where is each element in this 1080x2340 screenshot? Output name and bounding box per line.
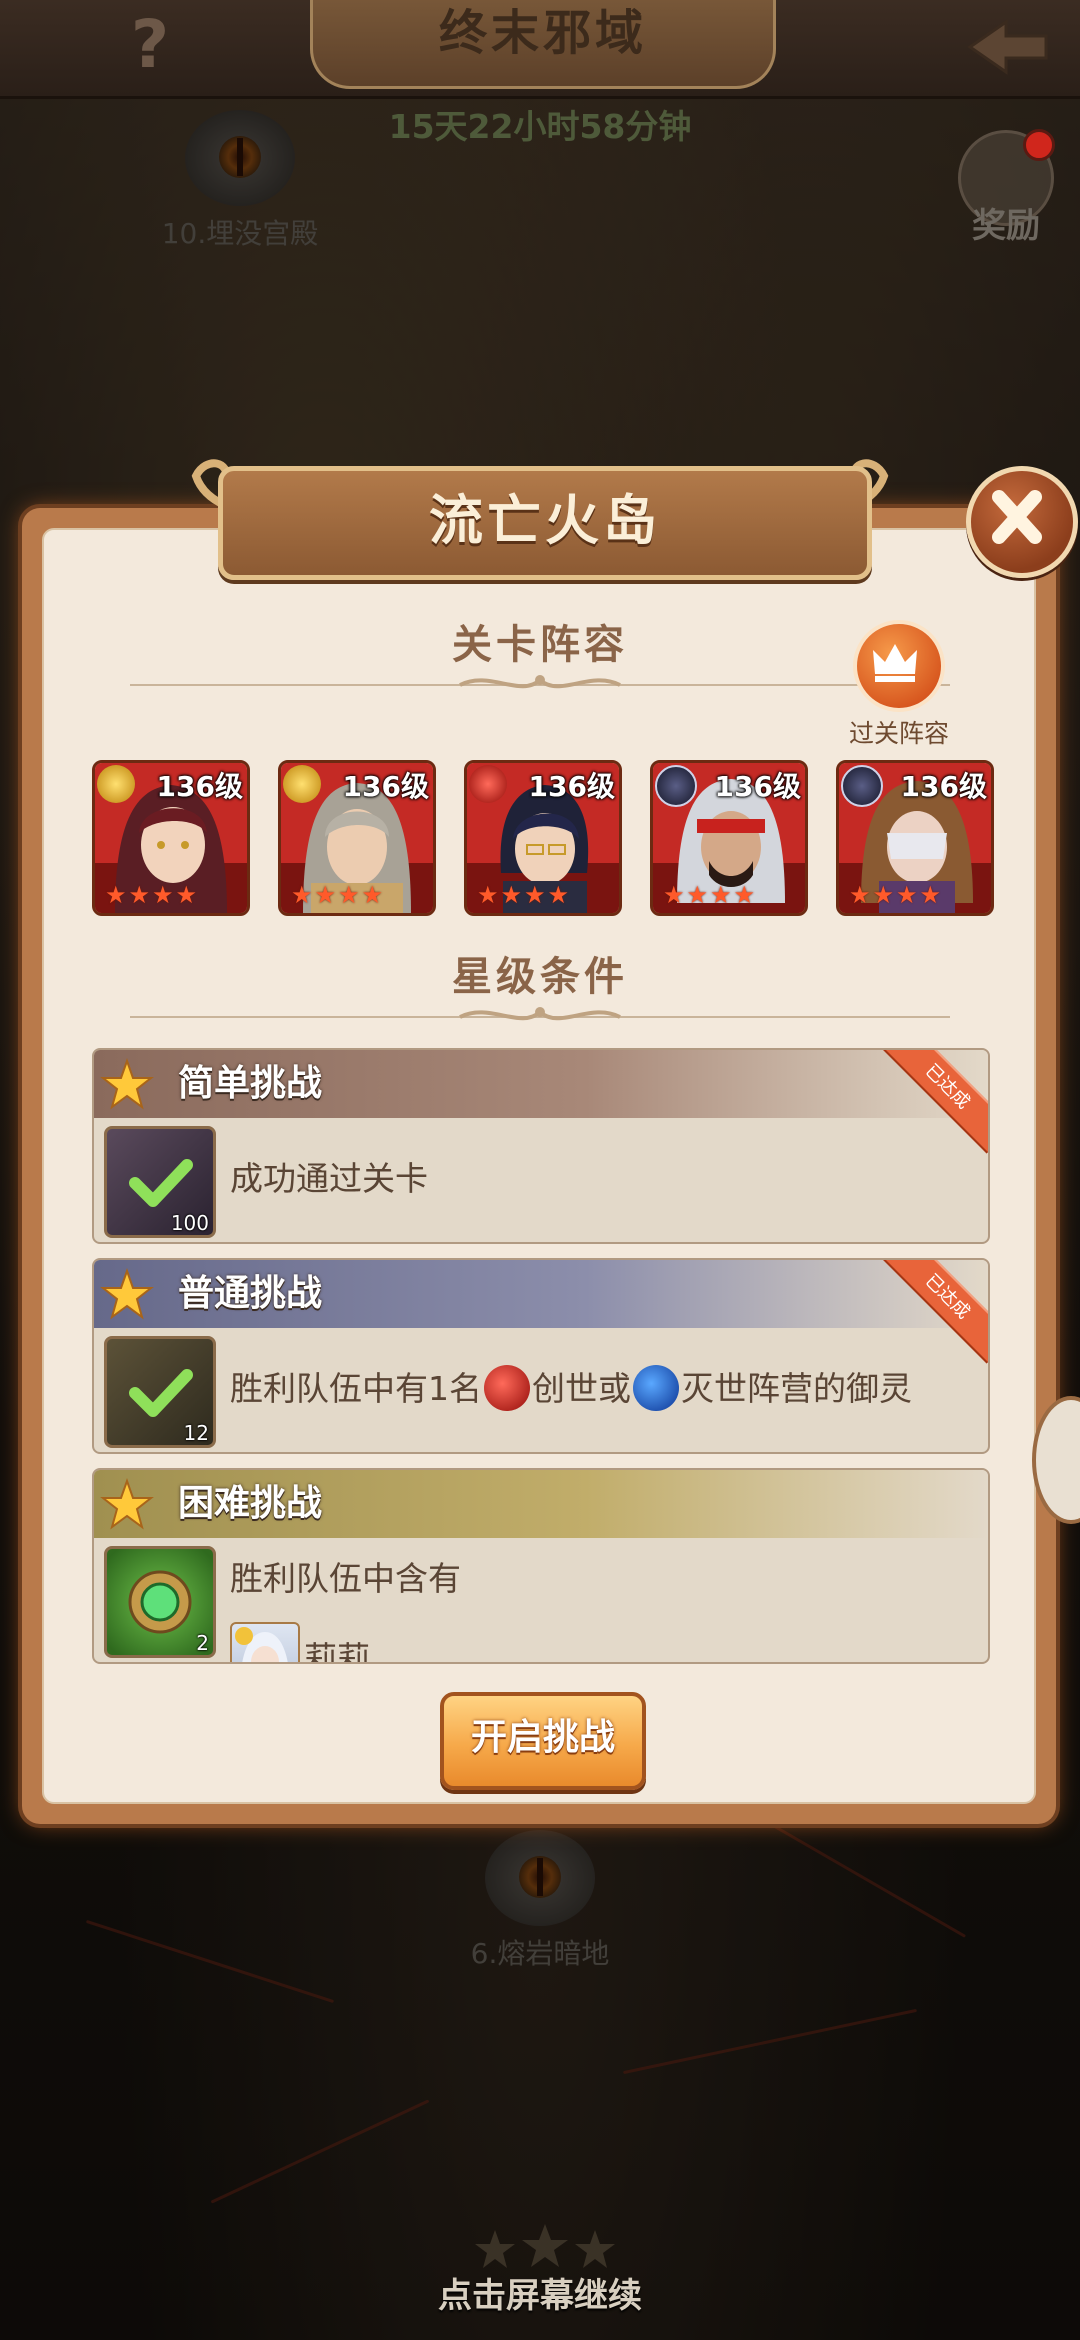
tap-to-continue[interactable]: 点击屏幕继续: [0, 2268, 1080, 2317]
challenge-header: 简单挑战 已达成: [94, 1050, 988, 1154]
star-icon: [100, 1478, 154, 1530]
start-challenge-button[interactable]: 开启挑战: [440, 1692, 646, 1790]
reward-label: 奖励: [972, 206, 1040, 246]
faction-red-icon: [469, 765, 507, 803]
crown-icon: [853, 620, 945, 712]
divider-ornament: [130, 675, 950, 689]
creation-faction-icon: [484, 1364, 530, 1411]
faction-dark-icon: [655, 765, 697, 807]
item-count: 2: [196, 1631, 209, 1655]
hero-stars: ★ ★ ★ ★: [477, 881, 570, 909]
help-button[interactable]: ?: [120, 10, 180, 80]
clear-lineup-button[interactable]: 过关阵容: [844, 620, 954, 750]
item-count: 12: [183, 1421, 209, 1445]
page-title: 终末邪域: [438, 5, 647, 61]
hero-level: 136级: [156, 770, 243, 803]
hero-stars: ★ ★ ★ ★: [663, 881, 756, 909]
reward-item[interactable]: 12: [104, 1336, 216, 1448]
challenge-body: 2 胜利队伍中含有 莉莉: [94, 1538, 988, 1662]
hero-card[interactable]: 136级 ★ ★ ★ ★: [278, 760, 436, 916]
hero-stars: ★ ★ ★ ★: [105, 881, 198, 909]
start-challenge-label: 开启挑战: [470, 1717, 615, 1758]
faction-dark-icon: [841, 765, 883, 807]
hero-card[interactable]: 136级 ★ ★ ★ ★: [650, 760, 808, 916]
event-timer: 15天22小时58分钟: [388, 107, 692, 146]
hero-stars: ★ ★ ★ ★: [849, 881, 942, 909]
challenge-hard: 困难挑战 2 胜利队伍中含有 莉莉: [92, 1468, 990, 1664]
faction-name: 创世: [532, 1369, 598, 1408]
hero-level: 136级: [900, 770, 987, 803]
star-conditions-heading: 星级条件: [452, 954, 628, 1000]
hero-level: 136级: [528, 770, 615, 803]
challenge-easy: 简单挑战 已达成 100 成功通过关卡: [92, 1048, 990, 1244]
star-icon: [100, 1268, 154, 1320]
hero-card[interactable]: 136级 ★ ★ ★ ★: [836, 760, 994, 916]
challenge-header: 普通挑战 已达成: [94, 1260, 988, 1364]
reward-item[interactable]: 2: [104, 1546, 216, 1658]
challenge-body: 100 成功通过关卡: [94, 1118, 988, 1242]
hero-level: 136级: [342, 770, 429, 803]
challenge-normal: 普通挑战 已达成 12 胜利队伍中有1名 创世或 灭世阵营的御灵: [92, 1258, 990, 1454]
faction-name: 灭世阵营的御灵: [681, 1369, 912, 1408]
reward-button[interactable]: 奖励: [956, 129, 1056, 250]
challenge-condition: 胜利队伍中有1名 创世或 灭世阵营的御灵: [230, 1362, 912, 1411]
challenge-title: 简单挑战: [178, 1063, 323, 1104]
star-icon: [100, 1058, 154, 1110]
challenge-header: 困难挑战: [94, 1470, 988, 1538]
close-button[interactable]: [966, 466, 1078, 578]
challenge-condition: 胜利队伍中含有: [230, 1559, 461, 1598]
destruction-faction-icon: [633, 1364, 679, 1411]
back-arrow-icon[interactable]: [962, 14, 1052, 80]
required-hero-name: 莉莉: [304, 1639, 370, 1664]
hero-level: 136级: [714, 770, 801, 803]
page-title-plate: 终末邪域: [310, 0, 776, 89]
challenge-title: 普通挑战: [178, 1273, 323, 1314]
challenge-condition: 成功通过关卡: [230, 1159, 428, 1198]
close-icon: [992, 490, 1042, 544]
dialog-title-plate: 流亡火岛: [218, 466, 872, 580]
faction-gold-icon: [97, 765, 135, 803]
top-bar: ? 终末邪域: [0, 0, 1080, 99]
required-hero-avatar: [230, 1622, 300, 1662]
hero-card[interactable]: 136级 ★ ★ ★ ★: [92, 760, 250, 916]
dialog-title: 流亡火岛: [429, 489, 661, 552]
reward-item[interactable]: 100: [104, 1126, 216, 1238]
challenge-title: 困难挑战: [178, 1483, 323, 1524]
notification-dot: [1023, 129, 1055, 161]
item-count: 100: [170, 1211, 209, 1235]
challenge-body: 12 胜利队伍中有1名 创世或 灭世阵营的御灵: [94, 1328, 988, 1452]
divider-ornament: [130, 1007, 950, 1021]
hero-stars: ★ ★ ★ ★: [291, 881, 384, 909]
clear-lineup-label: 过关阵容: [848, 719, 949, 748]
condition-text: 或: [598, 1369, 631, 1408]
faction-gold-icon: [283, 765, 321, 803]
condition-text: 胜利队伍中有1名: [230, 1369, 482, 1408]
hero-card[interactable]: 136级 ★ ★ ★ ★: [464, 760, 622, 916]
